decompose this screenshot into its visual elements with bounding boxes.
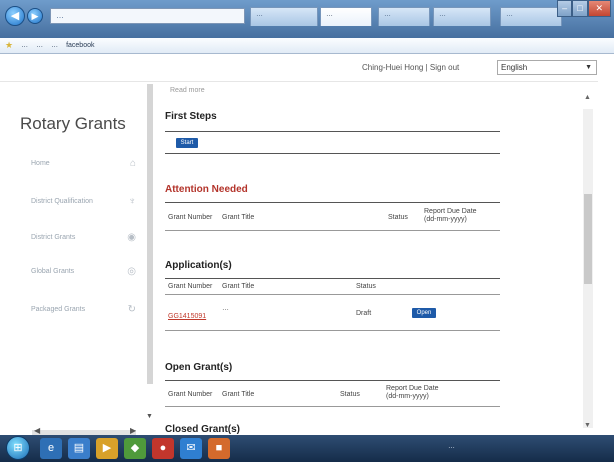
- favorites-bar: ★ … … … facebook: [0, 38, 614, 54]
- language-select[interactable]: English ▼: [497, 60, 597, 75]
- divider: [165, 294, 500, 295]
- media-taskbar-icon[interactable]: ▶: [96, 438, 118, 459]
- browser-tab-1[interactable]: …: [250, 7, 318, 26]
- minimize-button[interactable]: –: [557, 0, 573, 17]
- scroll-up-arrow-icon[interactable]: ▲: [584, 94, 591, 101]
- favorite-link-3[interactable]: …: [51, 42, 58, 49]
- first-steps-title: First Steps: [165, 111, 217, 122]
- column-header: Grant Title: [222, 283, 255, 290]
- scroll-right-arrow-icon[interactable]: ▶: [130, 426, 136, 435]
- globe-icon: ◎: [127, 266, 136, 277]
- grant-number-link[interactable]: GG1415091: [168, 313, 206, 321]
- scrollbar-thumb[interactable]: [584, 194, 592, 284]
- circle-icon: ◉: [127, 232, 136, 243]
- sidebar-item-label: District Qualification: [31, 198, 93, 205]
- sidebar-scrollbar[interactable]: [147, 84, 153, 384]
- sidebar-item-district-grants[interactable]: District Grants ◉: [31, 232, 136, 243]
- browser-tab-2[interactable]: …: [320, 7, 372, 26]
- sidebar-item-label: Home: [31, 160, 50, 167]
- folder-taskbar-icon[interactable]: ▤: [68, 438, 90, 459]
- maximize-button[interactable]: □: [572, 0, 588, 17]
- divider: [165, 153, 500, 154]
- forward-button[interactable]: ▶: [27, 8, 43, 24]
- page-viewport: Ching-Huei Hong | Sign out English ▼ Rot…: [0, 54, 614, 435]
- app-taskbar-icon[interactable]: ■: [208, 438, 230, 459]
- sidebar-item-label: Global Grants: [31, 268, 75, 275]
- divider: [165, 406, 500, 407]
- address-bar[interactable]: …: [50, 8, 245, 24]
- open-button[interactable]: Open: [412, 308, 436, 318]
- app-taskbar-icon[interactable]: ✉: [180, 438, 202, 459]
- column-header: Grant Title: [222, 214, 255, 221]
- scroll-down-arrow-icon[interactable]: ▼: [146, 413, 153, 420]
- column-header: Status: [388, 214, 408, 221]
- chevron-down-icon: ▼: [585, 64, 592, 71]
- close-button[interactable]: ✕: [587, 0, 611, 17]
- divider: [165, 131, 500, 132]
- favorite-link-1[interactable]: …: [21, 42, 28, 49]
- favorite-link-4[interactable]: facebook: [66, 42, 94, 49]
- open-grants-title: Open Grant(s): [165, 362, 233, 373]
- column-header: Grant Number: [168, 214, 213, 221]
- column-header: Grant Number: [168, 283, 213, 290]
- read-more-link[interactable]: Read more: [170, 87, 205, 94]
- scroll-left-arrow-icon[interactable]: ◀: [34, 426, 40, 435]
- column-header: Status: [340, 391, 360, 398]
- system-tray[interactable]: …: [448, 443, 455, 450]
- browser-tab-3[interactable]: …: [378, 7, 430, 26]
- column-header: Report Due Date (dd-mm-yyyy): [386, 385, 439, 400]
- forward-arrow-icon: ▶: [31, 11, 39, 21]
- sidebar-item-home[interactable]: Home ⌂: [31, 158, 136, 169]
- app-taskbar-icon[interactable]: ●: [152, 438, 174, 459]
- app-taskbar-icon[interactable]: ◆: [124, 438, 146, 459]
- grant-status: Draft: [356, 310, 372, 317]
- divider: [165, 380, 500, 381]
- windows-logo-icon: ⊞: [13, 442, 23, 454]
- sidebar-item-label: Packaged Grants: [31, 306, 86, 313]
- grant-title: …: [222, 305, 229, 312]
- back-button[interactable]: ◀: [5, 6, 25, 26]
- user-signout-link[interactable]: Ching-Huei Hong | Sign out: [362, 63, 459, 72]
- scroll-down-arrow-icon[interactable]: ▼: [584, 422, 591, 429]
- refresh-icon: ↻: [127, 304, 136, 315]
- browser-titlebar: ◀ ▶ … … … … … … – □ ✕: [0, 0, 614, 38]
- ie-taskbar-icon[interactable]: e: [40, 438, 62, 459]
- back-arrow-icon: ◀: [10, 10, 20, 22]
- column-header: Grant Number: [168, 391, 213, 398]
- browser-tab-4[interactable]: …: [433, 7, 491, 26]
- favorites-star-icon[interactable]: ★: [5, 40, 13, 51]
- main-content: Read more First Steps Start Attention Ne…: [162, 84, 502, 435]
- language-value: English: [501, 63, 528, 72]
- sidebar-item-district-qualification[interactable]: District Qualification ♆: [31, 196, 137, 207]
- applications-title: Application(s): [165, 260, 232, 271]
- favorite-link-2[interactable]: …: [36, 42, 43, 49]
- sidebar-item-label: District Grants: [31, 234, 76, 241]
- column-header: Report Due Date (dd-mm-yyyy): [424, 208, 477, 223]
- divider: [165, 278, 500, 279]
- window-controls: – □ ✕: [557, 0, 611, 17]
- trophy-icon: ♆: [128, 196, 137, 207]
- column-header: Status: [356, 283, 376, 290]
- start-button[interactable]: ⊞: [6, 436, 30, 460]
- attention-needed-title: Attention Needed: [165, 184, 248, 195]
- taskbar: ⊞ e ▤ ▶ ◆ ● ✉ ■ …: [0, 435, 614, 462]
- home-icon: ⌂: [129, 158, 136, 169]
- column-header: Grant Title: [222, 391, 255, 398]
- closed-grants-title: Closed Grant(s): [165, 424, 241, 435]
- divider: [165, 230, 500, 231]
- divider: [165, 330, 500, 331]
- sidebar-item-global-grants[interactable]: Global Grants ◎: [31, 266, 136, 277]
- sidebar-item-packaged-grants[interactable]: Packaged Grants ↻: [31, 304, 136, 315]
- top-header: Ching-Huei Hong | Sign out English ▼: [0, 54, 598, 82]
- browser-tab-5[interactable]: …: [500, 7, 562, 26]
- start-button[interactable]: Start: [176, 138, 198, 148]
- divider: [165, 202, 500, 203]
- brand-title: Rotary Grants: [20, 114, 126, 133]
